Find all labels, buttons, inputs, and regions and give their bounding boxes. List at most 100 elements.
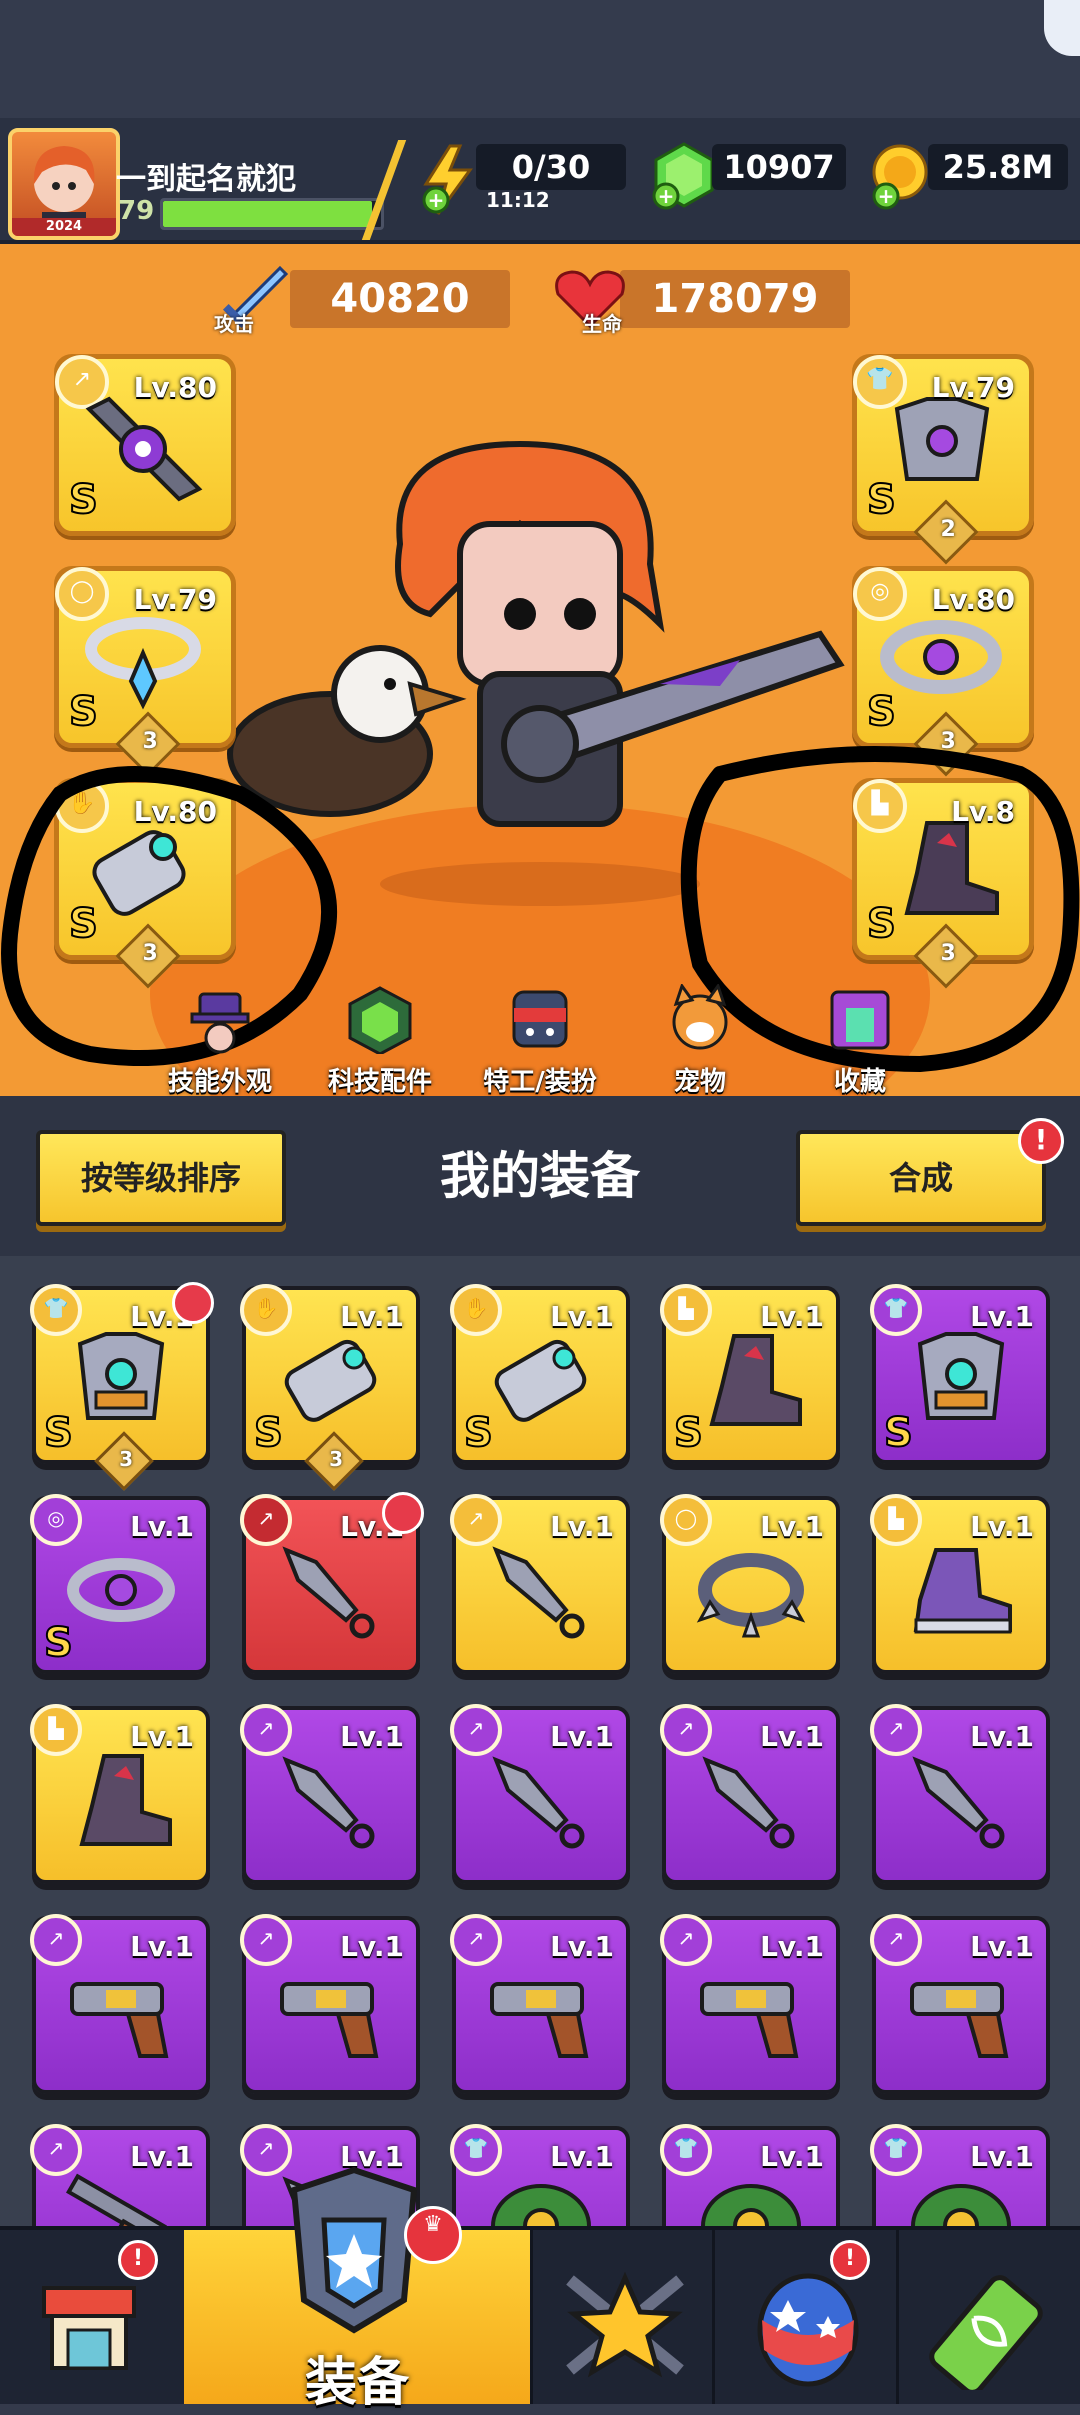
inventory-item[interactable]: ↗ Lv.1: [240, 1704, 420, 1884]
tech-parts-icon: [348, 986, 412, 1056]
inventory-item[interactable]: ✋ Lv.1 S 3: [240, 1284, 420, 1491]
ring-icon: [880, 620, 1002, 694]
nav-collection[interactable]: 收藏: [790, 984, 930, 1096]
inventory-item[interactable]: ↗ Lv.1: [450, 1914, 630, 2094]
gem-add-button[interactable]: +: [652, 140, 716, 212]
nav-agent-costume[interactable]: 特工/装扮: [470, 984, 610, 1096]
bottom-nav: ! 装备 ♛ !: [0, 2166, 1080, 2413]
inventory-item[interactable]: ▙ Lv.1: [870, 1494, 1050, 1674]
bottom-nav-gacha[interactable]: !: [712, 2230, 899, 2404]
nav-label: 技能外观: [167, 1067, 272, 1096]
item-level: Lv.1: [760, 1720, 824, 1753]
inventory-item[interactable]: ◎ Lv.1 S: [30, 1494, 210, 1674]
collection-icon: [830, 990, 890, 1050]
kunai-icon: [492, 1546, 585, 1639]
weapon-icon: [85, 396, 203, 502]
item-level: Lv.1: [550, 2140, 614, 2173]
grade-label: S: [68, 476, 99, 524]
coin-add-button[interactable]: +: [868, 140, 932, 212]
count-badge: 3: [94, 1431, 154, 1491]
new-crown-icon: [172, 1282, 214, 1324]
kunai-icon: [282, 1546, 375, 1639]
equipped-slot-weapon[interactable]: ↗ Lv.80 S: [54, 354, 236, 536]
nav-skill-skin[interactable]: 技能外观: [150, 984, 290, 1096]
energy-add-button[interactable]: +: [420, 144, 476, 216]
green-gem-icon: +: [652, 142, 714, 210]
inventory-item[interactable]: ↗ Lv.1: [870, 1704, 1050, 1884]
inventory-item[interactable]: ✋ Lv.1 S: [450, 1284, 630, 1464]
revolver-icon: [910, 1982, 1009, 2058]
equipped-slot-necklace[interactable]: ◯ Lv.79 S 3: [54, 566, 236, 777]
sort-by-level-button[interactable]: 按等级排序: [36, 1130, 286, 1226]
merge-button[interactable]: 合成: [796, 1130, 1046, 1226]
inventory-item[interactable]: ▙ Lv.1 S: [660, 1284, 840, 1464]
inventory-item[interactable]: ↗ Lv.1: [240, 1914, 420, 2094]
inventory-item[interactable]: 👕 Lv.1 S: [870, 1284, 1050, 1464]
new-crown-icon: [382, 1492, 424, 1534]
nav-tech-parts[interactable]: 科技配件: [310, 984, 450, 1096]
weapon-tag-icon: ↗: [240, 1494, 292, 1546]
weapon-tag-icon: ↗: [870, 1704, 922, 1756]
nav-pet[interactable]: 宠物: [630, 982, 770, 1096]
armor-icon: [894, 397, 990, 481]
energy-timer: 11:12: [486, 188, 550, 212]
weapon-tag-icon: ↗: [30, 2124, 82, 2176]
item-level: Lv.1: [760, 1300, 824, 1333]
inventory-item[interactable]: ↗ Lv.1: [660, 1704, 840, 1884]
kunai-icon: [492, 1756, 585, 1849]
item-level: Lv.1: [970, 1300, 1034, 1333]
equipped-slot-ring[interactable]: ◎ Lv.80 S 3: [852, 566, 1034, 777]
status-bar: 2024 一到起名就犯 79 + 0/30 11:12 + 10907 + 25…: [0, 118, 1080, 244]
weapon-tag-icon: ↗: [30, 1914, 82, 1966]
bottom-nav-equipment[interactable]: 装备 ♛: [184, 2166, 533, 2413]
equipped-level: Lv.80: [133, 371, 217, 404]
attack-label: 攻击: [214, 312, 254, 336]
bottom-nav-battle[interactable]: [530, 2230, 715, 2404]
svg-text:+: +: [428, 188, 445, 212]
shop-icon: [42, 2286, 136, 2370]
item-level: Lv.1: [130, 1510, 194, 1543]
svg-text:+: +: [878, 184, 895, 208]
skill-skin-icon: [190, 992, 250, 1054]
count-badge: 3: [304, 1431, 364, 1491]
svg-text:+: +: [658, 184, 675, 208]
sneaker-icon: [913, 1548, 1012, 1634]
item-level: Lv.1: [760, 2140, 824, 2173]
nav-label: 宠物: [673, 1067, 726, 1096]
boots-tag-icon: ▙: [870, 1494, 922, 1546]
weapon-tag-icon: ↗: [660, 1914, 712, 1966]
glove-tag-icon: ✋: [240, 1284, 292, 1336]
boots-icon: [79, 1754, 172, 1846]
bottom-nav-dna[interactable]: [896, 2230, 1080, 2404]
count-badge: 2: [913, 499, 979, 565]
kunai-icon: [282, 1756, 375, 1849]
armor-tag-icon: 👕: [870, 1284, 922, 1336]
bottom-nav-shop[interactable]: !: [0, 2230, 187, 2404]
armor-tag-icon: 👕: [870, 2124, 922, 2176]
inventory-item[interactable]: ▙ Lv.1: [30, 1704, 210, 1884]
item-level: Lv.1: [760, 1510, 824, 1543]
nav-label: 特工/装扮: [483, 1067, 597, 1096]
weapon-tag-icon: ↗: [240, 1704, 292, 1756]
equipped-slot-armor[interactable]: 👕 Lv.79 S 2: [852, 354, 1034, 565]
grade-label: S: [43, 1409, 74, 1457]
inventory-item[interactable]: ↗ Lv.1: [30, 1914, 210, 2094]
glove-icon: [494, 1339, 587, 1422]
avatar[interactable]: 2024: [8, 128, 120, 240]
inventory-item[interactable]: ↗ Lv.1: [450, 1494, 630, 1674]
inventory-item[interactable]: 👕 Lv.1 S 3: [30, 1282, 214, 1491]
inventory-item[interactable]: ↗ Lv.1: [660, 1914, 840, 2094]
inventory-item[interactable]: ↗ Lv.1: [870, 1914, 1050, 2094]
inventory-item[interactable]: ↗ Lv.1: [450, 1704, 630, 1884]
inventory-item[interactable]: ◯ Lv.1: [660, 1494, 840, 1674]
weapon-tag-icon: ↗: [450, 1914, 502, 1966]
weapon-tag-icon: ↗: [660, 1704, 712, 1756]
shop-alert-badge: !: [118, 2240, 158, 2280]
ring-tag-icon: ◎: [30, 1494, 82, 1546]
weapon-tag-icon: ↗: [870, 1914, 922, 1966]
inventory-grid: 👕 Lv.1 S 3 ✋ Lv.1 S 3 ✋ Lv.1 S ▙ Lv.1 S 👕 Lv.1 S ◎ Lv.1 S ↗ L…: [0, 1256, 1080, 2304]
inventory-item[interactable]: ↗ Lv.1: [240, 1492, 424, 1674]
revolver-icon: [70, 1982, 169, 2058]
boots-tag-icon: ▙: [30, 1704, 82, 1756]
item-level: Lv.1: [970, 1720, 1034, 1753]
